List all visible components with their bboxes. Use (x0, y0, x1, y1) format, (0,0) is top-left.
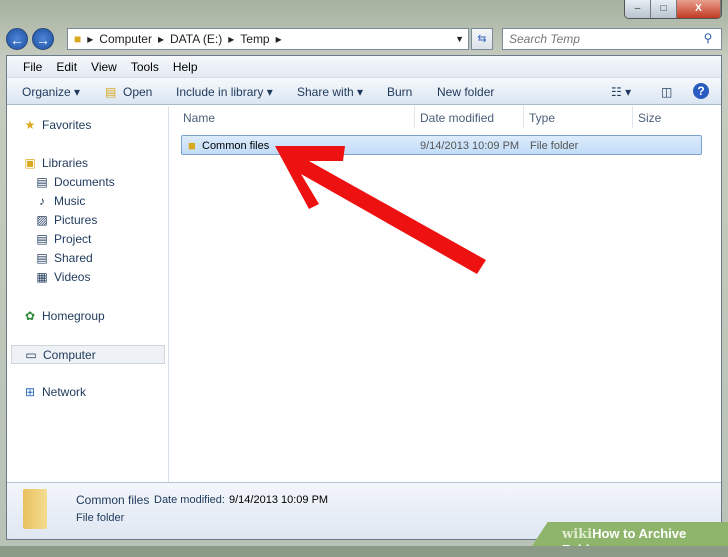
details-date: 9/14/2013 10:09 PM (229, 494, 329, 506)
forward-button[interactable]: → (32, 28, 54, 50)
search-input[interactable]: Search Temp ⚲ (502, 28, 722, 50)
explorer-window: – □ X ← → ■ ▸ Computer ▸ DATA (E:) ▸ Temp… (0, 0, 728, 546)
back-button[interactable]: ← (6, 28, 28, 50)
search-icon[interactable]: ⚲ (701, 31, 715, 45)
explorer-body: File Edit View Tools Help Organize ▾ ▤ O… (6, 55, 722, 540)
watermark-wiki: wiki (562, 527, 593, 542)
breadcrumb-data[interactable]: DATA (E:) (170, 32, 222, 46)
window-controls: – □ X (624, 0, 722, 19)
address-dropdown-icon[interactable]: ▼ (455, 34, 464, 44)
wikihow-watermark: wikiHow to Archive Folders (532, 522, 728, 546)
details-name: Common files (76, 493, 150, 507)
maximize-button[interactable]: □ (651, 0, 677, 18)
red-arrow-annotation (275, 146, 486, 274)
close-button[interactable]: X (677, 0, 721, 18)
folder-icon: ■ (74, 32, 82, 46)
details-date-label: Date modified: (154, 494, 225, 506)
minimize-button[interactable]: – (625, 0, 651, 18)
address-bar[interactable]: ■ ▸ Computer ▸ DATA (E:) ▸ Temp ▸ ▼ (67, 28, 469, 50)
refresh-button[interactable]: ⇆ (471, 28, 493, 50)
details-type: File folder (76, 512, 125, 524)
folder-large-icon (23, 489, 47, 529)
search-placeholder: Search Temp (509, 32, 580, 46)
breadcrumb-computer[interactable]: Computer (99, 32, 152, 46)
breadcrumb-temp[interactable]: Temp (240, 32, 269, 46)
